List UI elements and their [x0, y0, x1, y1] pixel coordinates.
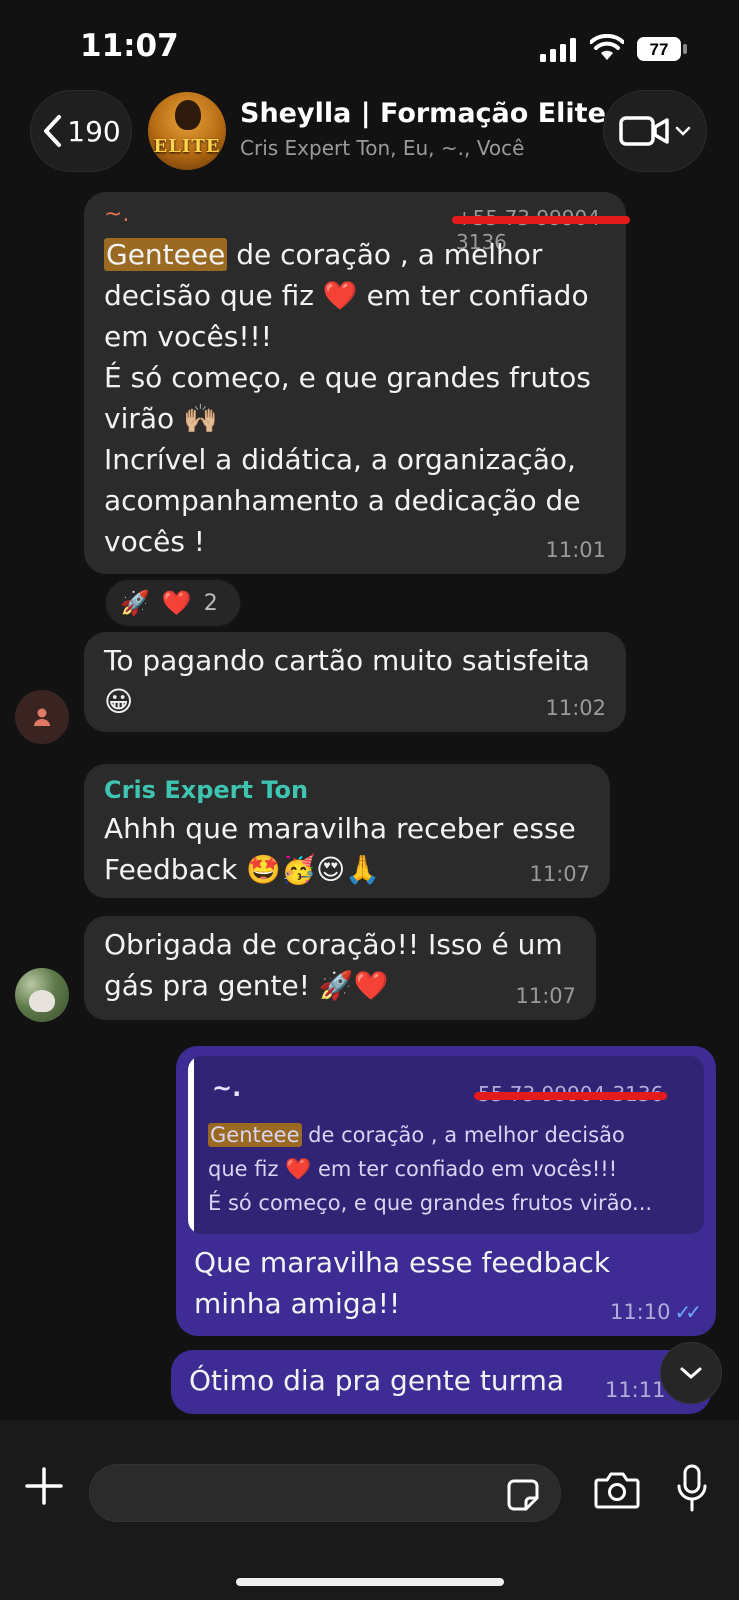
read-ticks-icon: ✓✓: [674, 1300, 701, 1324]
message-sender[interactable]: Cris Expert Ton: [104, 776, 308, 804]
video-call-button[interactable]: [603, 90, 707, 172]
message-text: Obrigada de coração!! Isso é um gás pra …: [104, 928, 563, 1002]
rocket-reaction: 🚀: [120, 589, 150, 617]
battery-icon: 77: [637, 37, 687, 61]
cellular-signal-icon: [540, 38, 576, 62]
message-composer: [0, 1420, 739, 1600]
message-text: To pagando cartão muito satisfeita 😀: [104, 644, 590, 718]
message-bubble[interactable]: Cris Expert Ton Ahhh que maravilha receb…: [84, 764, 610, 898]
quote-text: Genteee de coração , a melhor decisão qu…: [208, 1123, 653, 1215]
chevron-down-icon: [680, 1367, 702, 1379]
search-highlight: Genteee: [104, 238, 228, 271]
back-button[interactable]: 190: [30, 90, 132, 172]
group-avatar[interactable]: ELITE: [148, 92, 226, 170]
message-bubble[interactable]: Ótimo dia pra gente turma 11:11✓✓: [171, 1350, 711, 1414]
message-time: 11:07: [515, 984, 576, 1008]
status-bar: 11:07 77: [0, 0, 739, 86]
sticker-icon[interactable]: [506, 1478, 540, 1512]
sender-avatar[interactable]: [15, 968, 69, 1022]
chevron-down-icon: [675, 126, 691, 136]
reactions[interactable]: 🚀 ❤️ 2: [104, 578, 242, 628]
plus-icon[interactable]: [24, 1466, 64, 1506]
heart-reaction: ❤️: [161, 589, 192, 617]
chevron-left-icon: [44, 115, 62, 147]
message-input[interactable]: [89, 1464, 561, 1522]
reply-quote[interactable]: ~. 55 73 99904-3136 Genteee de coração ,…: [188, 1056, 704, 1234]
quote-sender: ~.: [212, 1074, 242, 1102]
message-text: Ahhh que maravilha receber esse Feedback…: [104, 812, 576, 886]
home-indicator: [236, 1578, 504, 1586]
message-sender[interactable]: ~.: [104, 202, 129, 227]
unread-count: 190: [67, 114, 121, 148]
message-text: Genteee de coração , a melhor decisão qu…: [104, 238, 591, 558]
status-time: 11:07: [80, 28, 179, 64]
message-bubble[interactable]: ~. 55 73 99904-3136 Genteee de coração ,…: [176, 1046, 716, 1336]
battery-level: 77: [650, 40, 669, 59]
message-time: 11:01: [545, 538, 606, 562]
group-avatar-logo: ELITE: [153, 136, 221, 157]
wifi-icon: [590, 34, 624, 60]
chat-title[interactable]: Sheylla | Formação Elite: [240, 98, 606, 129]
quote-phone-redacted: 55 73 99904-3136: [474, 1082, 668, 1106]
sender-avatar[interactable]: [15, 690, 69, 744]
scroll-to-bottom-button[interactable]: [660, 1342, 722, 1404]
video-camera-icon: [619, 116, 669, 146]
chat-header: 190 ELITE Sheylla | Formação Elite Cris …: [0, 86, 739, 190]
chat-members[interactable]: Cris Expert Ton, Eu, ~., Você: [240, 136, 524, 160]
message-bubble[interactable]: Obrigada de coração!! Isso é um gás pra …: [84, 916, 596, 1020]
message-bubble[interactable]: ~. +55 73 99904-3136 Genteee de coração …: [84, 192, 630, 574]
microphone-icon[interactable]: [676, 1464, 708, 1514]
camera-icon[interactable]: [594, 1470, 640, 1510]
message-time: 11:02: [545, 696, 606, 720]
message-text: Que maravilha esse feedback minha amiga!…: [194, 1246, 611, 1320]
message-time: 11:07: [529, 862, 590, 886]
message-time: 11:10 ✓✓: [609, 1300, 702, 1324]
person-icon: [34, 708, 50, 726]
search-highlight: Genteee: [208, 1123, 302, 1147]
message-list[interactable]: ~. +55 73 99904-3136 Genteee de coração …: [0, 190, 739, 1420]
reaction-count: 2: [203, 590, 218, 616]
message-text: Ótimo dia pra gente turma: [189, 1364, 565, 1397]
message-bubble[interactable]: To pagando cartão muito satisfeita 😀 11:…: [84, 632, 626, 732]
